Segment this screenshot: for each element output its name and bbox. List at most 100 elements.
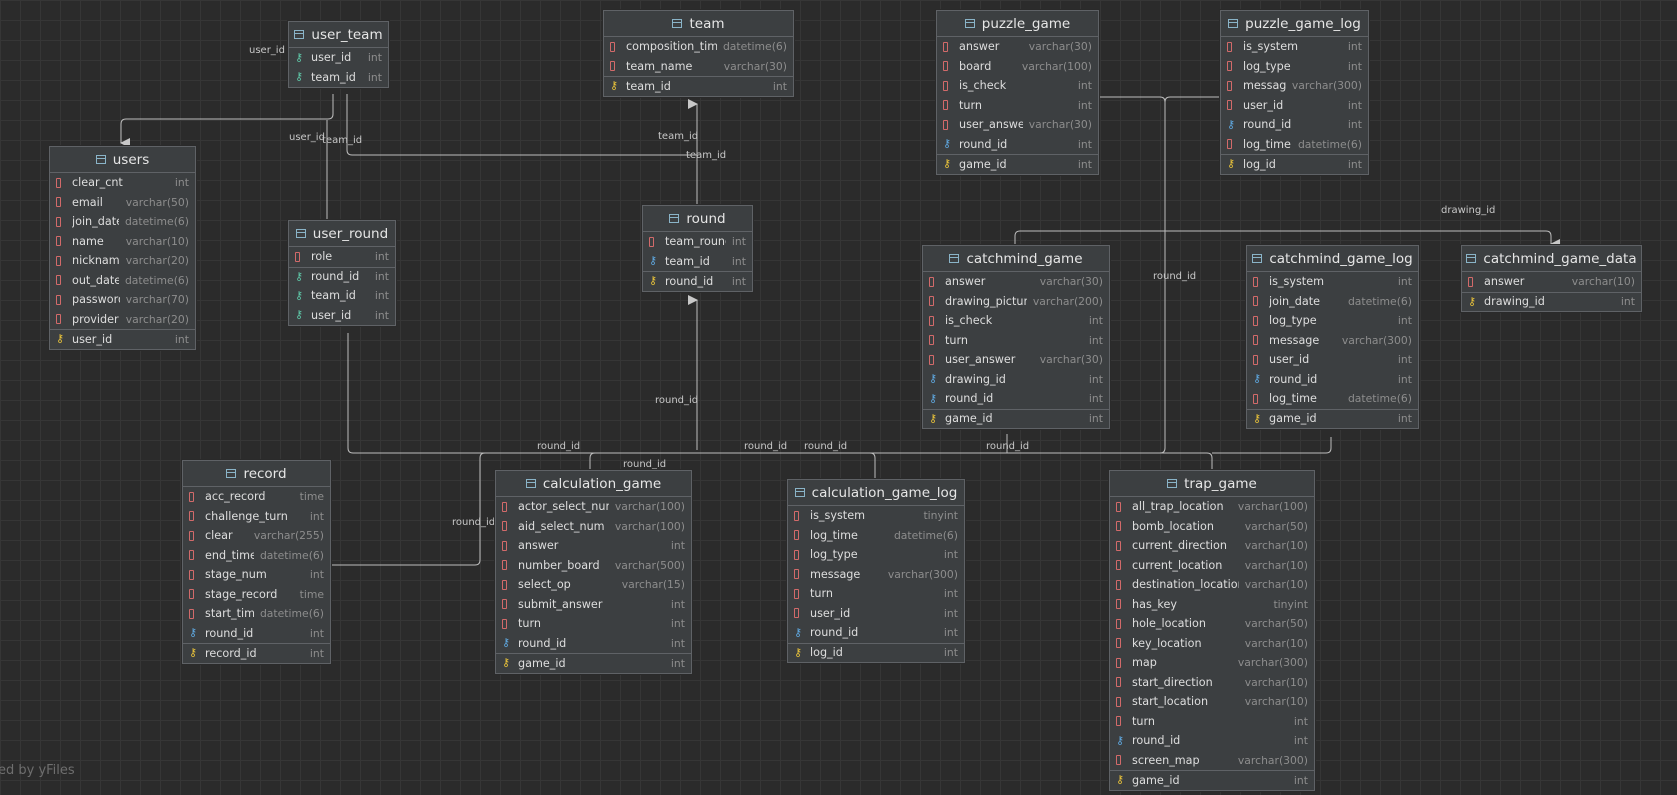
- table-column[interactable]: aid_select_num varchar(100): [496, 517, 691, 537]
- table-column[interactable]: is_system int: [1247, 272, 1418, 292]
- table-column[interactable]: log_type int: [1247, 311, 1418, 331]
- table-header[interactable]: puzzle_game: [937, 11, 1098, 37]
- table-column[interactable]: ⚷ round_id int: [496, 634, 691, 654]
- table-column[interactable]: start_time datetime(6): [183, 604, 330, 624]
- table-column[interactable]: turn int: [788, 584, 964, 604]
- table-key-column[interactable]: ⚷ round_id int: [289, 266, 395, 287]
- table-key-column[interactable]: ⚷ record_id int: [183, 643, 330, 663]
- table-column[interactable]: has_key tinyint: [1110, 595, 1314, 615]
- table-column[interactable]: email varchar(50): [50, 193, 195, 213]
- table-column[interactable]: ⚷ drawing_id int: [923, 370, 1109, 390]
- table-column[interactable]: clear varchar(255): [183, 526, 330, 546]
- table-column[interactable]: ⚷ round_id int: [937, 135, 1098, 155]
- table-column[interactable]: actor_select_num varchar(100): [496, 497, 691, 517]
- table-user-round[interactable]: user_round role int ⚷ round_id int ⚷ team_id int…: [288, 220, 396, 326]
- table-column[interactable]: submit_answer int: [496, 595, 691, 615]
- table-puzzle-game-log[interactable]: puzzle_game_log is_system int log_type int me…: [1220, 10, 1369, 175]
- table-column[interactable]: answer varchar(30): [937, 37, 1098, 57]
- table-key-column[interactable]: ⚷ game_id int: [1110, 770, 1314, 790]
- table-trap-game[interactable]: trap_game all_trap_location varchar(100) bo…: [1109, 470, 1315, 791]
- table-header[interactable]: catchmind_game: [923, 246, 1109, 272]
- table-column[interactable]: bomb_location varchar(50): [1110, 517, 1314, 537]
- table-column[interactable]: current_location varchar(10): [1110, 556, 1314, 576]
- table-column[interactable]: log_type int: [1221, 57, 1368, 77]
- table-column[interactable]: user_id int: [1247, 350, 1418, 370]
- table-key-column[interactable]: ⚷ log_id int: [1221, 154, 1368, 174]
- table-key-column[interactable]: ⚷ drawing_id int: [1462, 291, 1641, 312]
- table-column[interactable]: ⚷ round_id int: [1247, 370, 1418, 390]
- table-column[interactable]: turn int: [1110, 712, 1314, 732]
- table-key-column[interactable]: ⚷ user_id int: [50, 329, 195, 349]
- table-column[interactable]: answer varchar(10): [1462, 272, 1641, 292]
- table-key-column[interactable]: ⚷ team_id int: [289, 286, 395, 306]
- table-column[interactable]: provider varchar(20): [50, 310, 195, 330]
- table-column[interactable]: is_system int: [1221, 37, 1368, 57]
- table-calculation-game[interactable]: calculation_game actor_select_num varchar(…: [495, 470, 692, 674]
- table-column[interactable]: turn int: [496, 614, 691, 634]
- table-column[interactable]: screen_map varchar(300): [1110, 751, 1314, 771]
- table-header[interactable]: puzzle_game_log: [1221, 11, 1368, 37]
- table-column[interactable]: clear_cnt int: [50, 173, 195, 193]
- table-column[interactable]: ⚷ round_id int: [923, 389, 1109, 409]
- table-column[interactable]: password varchar(70): [50, 290, 195, 310]
- table-column[interactable]: all_trap_location varchar(100): [1110, 497, 1314, 517]
- table-column[interactable]: ⚷ round_id int: [1110, 731, 1314, 751]
- table-calculation-game-log[interactable]: calculation_game_log is_system tinyint log_…: [787, 479, 965, 663]
- table-column[interactable]: role int: [289, 247, 395, 267]
- table-column[interactable]: turn int: [923, 331, 1109, 351]
- table-key-column[interactable]: ⚷ round_id int: [643, 271, 752, 291]
- table-column[interactable]: drawing_picture varchar(200): [923, 292, 1109, 312]
- table-column[interactable]: name varchar(10): [50, 232, 195, 252]
- table-catchmind-game[interactable]: catchmind_game answer varchar(30) drawing_p…: [922, 245, 1110, 429]
- table-column[interactable]: answer varchar(30): [923, 272, 1109, 292]
- table-header[interactable]: calculation_game: [496, 471, 691, 497]
- table-column[interactable]: start_location varchar(10): [1110, 692, 1314, 712]
- table-header[interactable]: calculation_game_log: [788, 480, 964, 506]
- table-column[interactable]: hole_location varchar(50): [1110, 614, 1314, 634]
- table-user-team[interactable]: user_team ⚷ user_id int ⚷ team_id int: [288, 21, 389, 88]
- table-header[interactable]: record: [183, 461, 330, 487]
- table-column[interactable]: stage_record time: [183, 585, 330, 605]
- table-column[interactable]: nickname varchar(20): [50, 251, 195, 271]
- table-column[interactable]: message varchar(300): [788, 565, 964, 585]
- table-column[interactable]: out_date datetime(6): [50, 271, 195, 291]
- table-column[interactable]: current_direction varchar(10): [1110, 536, 1314, 556]
- table-users[interactable]: users clear_cnt int email varchar(50) join_da…: [49, 146, 196, 350]
- table-column[interactable]: challenge_turn int: [183, 507, 330, 527]
- table-column[interactable]: log_time datetime(6): [788, 526, 964, 546]
- table-column[interactable]: start_direction varchar(10): [1110, 673, 1314, 693]
- table-column[interactable]: team_round int: [643, 232, 752, 252]
- table-column[interactable]: stage_num int: [183, 565, 330, 585]
- table-key-column[interactable]: ⚷ game_id int: [496, 653, 691, 673]
- table-column[interactable]: is_check int: [923, 311, 1109, 331]
- table-column[interactable]: ⚷ round_id int: [183, 624, 330, 644]
- table-column[interactable]: ⚷ round_id int: [1221, 115, 1368, 135]
- table-header[interactable]: team: [604, 11, 793, 37]
- table-header[interactable]: user_round: [289, 221, 395, 247]
- table-key-column[interactable]: ⚷ game_id int: [1247, 408, 1418, 429]
- table-header[interactable]: trap_game: [1110, 471, 1314, 497]
- table-catchmind-game-data[interactable]: catchmind_game_data answer varchar(10) ⚷ dra…: [1461, 245, 1642, 312]
- table-key-column[interactable]: ⚷ user_id int: [289, 306, 395, 326]
- table-column[interactable]: user_id int: [1221, 96, 1368, 116]
- table-column[interactable]: composition_time datetime(6): [604, 37, 793, 57]
- table-key-column[interactable]: ⚷ log_id int: [788, 642, 964, 663]
- table-column[interactable]: number_board varchar(500): [496, 556, 691, 576]
- table-column[interactable]: user_answer varchar(30): [923, 350, 1109, 370]
- table-column[interactable]: acc_record time: [183, 487, 330, 507]
- table-column[interactable]: board varchar(100): [937, 57, 1098, 77]
- table-column[interactable]: select_op varchar(15): [496, 575, 691, 595]
- table-team[interactable]: team composition_time datetime(6) team_name…: [603, 10, 794, 97]
- table-column[interactable]: join_date datetime(6): [1247, 292, 1418, 312]
- table-column[interactable]: user_id int: [788, 604, 964, 624]
- table-column[interactable]: key_location varchar(10): [1110, 634, 1314, 654]
- table-column[interactable]: destination_location varchar(10): [1110, 575, 1314, 595]
- table-column[interactable]: is_system tinyint: [788, 506, 964, 526]
- table-puzzle-game[interactable]: puzzle_game answer varchar(30) board varchar…: [936, 10, 1099, 175]
- table-header[interactable]: catchmind_game_data: [1462, 246, 1641, 272]
- table-column[interactable]: team_name varchar(30): [604, 57, 793, 77]
- table-column[interactable]: ⚷ team_id int: [643, 252, 752, 272]
- table-column[interactable]: user_answer varchar(30): [937, 115, 1098, 135]
- table-column[interactable]: is_check int: [937, 76, 1098, 96]
- table-header[interactable]: user_team: [289, 22, 388, 48]
